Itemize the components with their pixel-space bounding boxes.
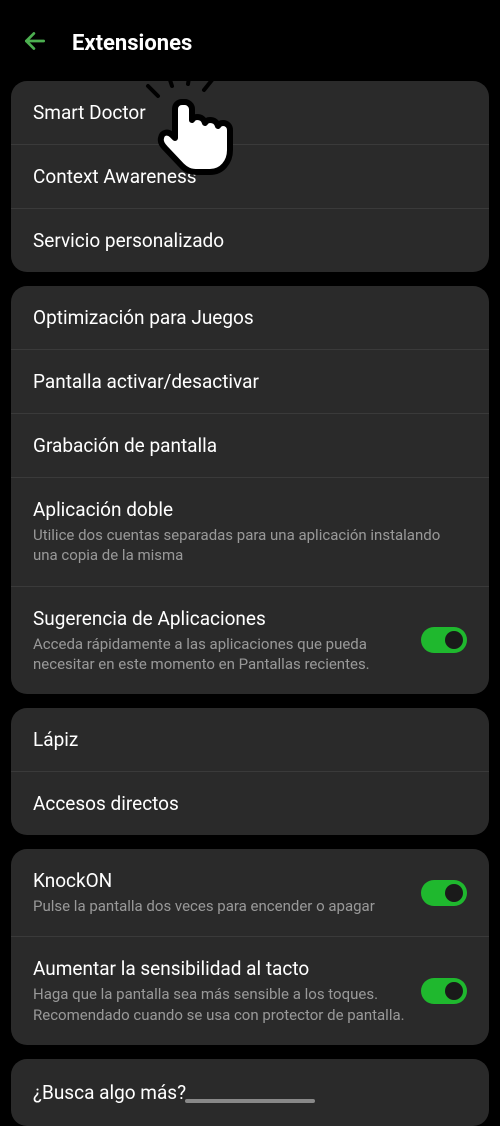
- item-title: Accesos directos: [33, 792, 455, 815]
- home-indicator[interactable]: [185, 1099, 315, 1103]
- item-sugerencia-aplicaciones[interactable]: Sugerencia de Aplicaciones Acceda rápida…: [11, 587, 489, 695]
- settings-group-4: KnockON Pulse la pantalla dos veces para…: [11, 849, 489, 1045]
- item-smart-doctor[interactable]: Smart Doctor: [11, 81, 489, 145]
- item-sensibilidad-tacto[interactable]: Aumentar la sensibilidad al tacto Haga q…: [11, 937, 489, 1045]
- item-title: Servicio personalizado: [33, 229, 455, 252]
- item-title: Sugerencia de Aplicaciones: [33, 607, 409, 630]
- item-title: Aumentar la sensibilidad al tacto: [33, 957, 409, 980]
- item-title: Pantalla activar/desactivar: [33, 370, 455, 393]
- item-title: Aplicación doble: [33, 498, 455, 521]
- settings-group-1: Smart Doctor Context Awareness Servicio …: [11, 81, 489, 272]
- item-aplicacion-doble[interactable]: Aplicación doble Utilice dos cuentas sep…: [11, 478, 489, 587]
- header: Extensiones: [0, 0, 500, 81]
- settings-group-3: Lápiz Accesos directos: [11, 708, 489, 835]
- item-title: Optimización para Juegos: [33, 306, 455, 329]
- item-subtitle: Utilice dos cuentas separadas para una a…: [33, 525, 455, 566]
- item-subtitle: Acceda rápidamente a las aplicaciones qu…: [33, 634, 409, 675]
- item-lapiz[interactable]: Lápiz: [11, 708, 489, 772]
- item-title: Smart Doctor: [33, 101, 455, 124]
- footer-search-more[interactable]: ¿Busca algo más?: [11, 1059, 489, 1126]
- item-title: Grabación de pantalla: [33, 434, 455, 457]
- item-subtitle: Haga que la pantalla sea más sensible a …: [33, 984, 409, 1025]
- toggle-switch[interactable]: [421, 880, 467, 906]
- item-pantalla-activar[interactable]: Pantalla activar/desactivar: [11, 350, 489, 414]
- page-title: Extensiones: [72, 31, 192, 56]
- item-grabacion-pantalla[interactable]: Grabación de pantalla: [11, 414, 489, 478]
- item-context-awareness[interactable]: Context Awareness: [11, 145, 489, 209]
- item-title: KnockON: [33, 869, 409, 892]
- settings-group-2: Optimización para Juegos Pantalla activa…: [11, 286, 489, 694]
- item-servicio-personalizado[interactable]: Servicio personalizado: [11, 209, 489, 272]
- content: Smart Doctor Context Awareness Servicio …: [0, 81, 500, 1126]
- item-optimizacion-juegos[interactable]: Optimización para Juegos: [11, 286, 489, 350]
- item-subtitle: Pulse la pantalla dos veces para encende…: [33, 896, 409, 916]
- item-title: Lápiz: [33, 728, 455, 751]
- item-title: Context Awareness: [33, 165, 455, 188]
- toggle-switch[interactable]: [421, 978, 467, 1004]
- toggle-switch[interactable]: [421, 627, 467, 653]
- item-accesos-directos[interactable]: Accesos directos: [11, 772, 489, 835]
- item-knockon[interactable]: KnockON Pulse la pantalla dos veces para…: [11, 849, 489, 937]
- back-arrow-icon[interactable]: [22, 28, 48, 59]
